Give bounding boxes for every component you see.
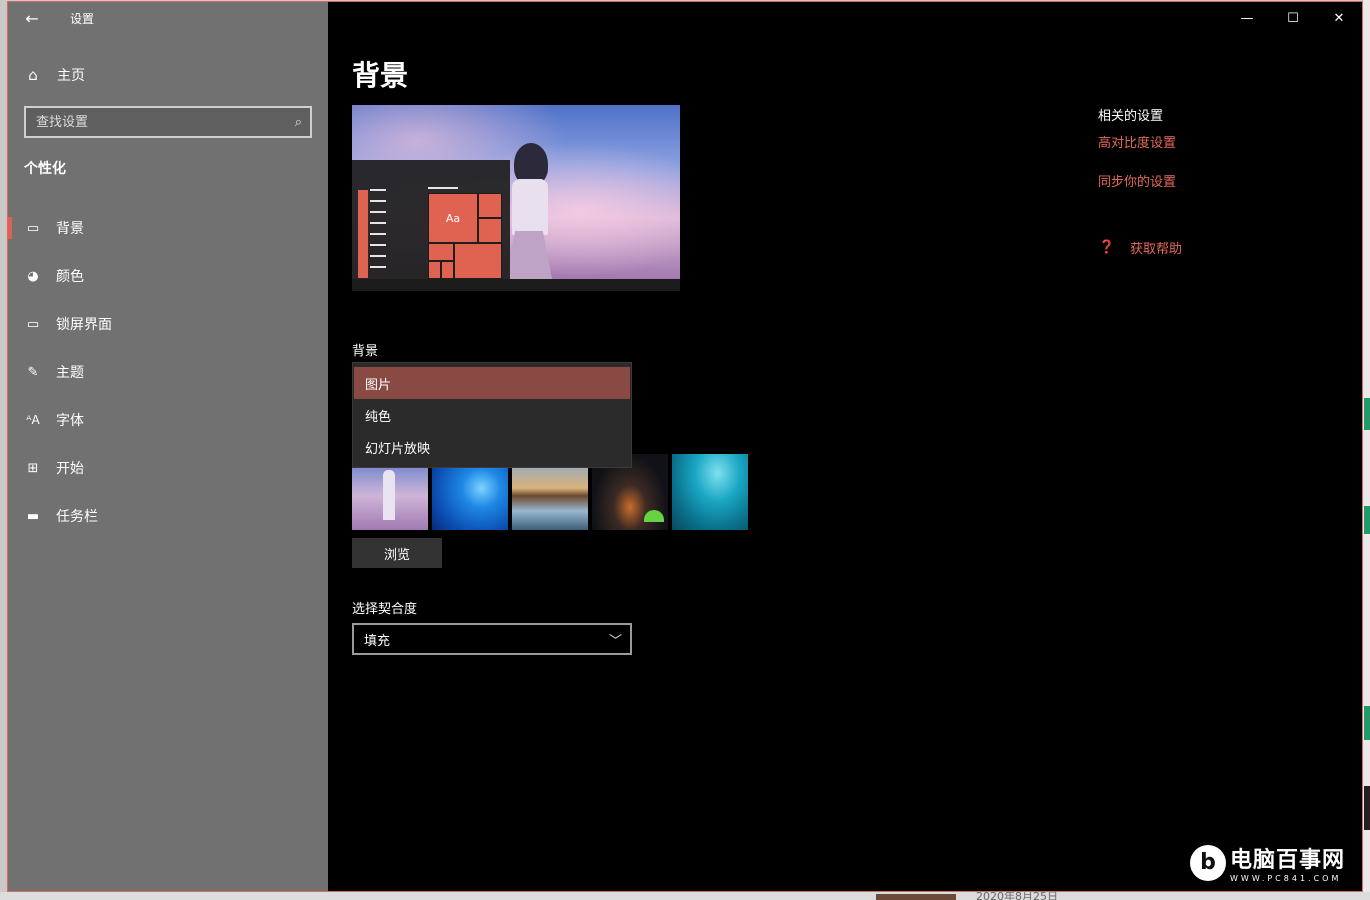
- home-nav-item[interactable]: ⌂ 主页: [24, 60, 85, 90]
- preview-start-line: [370, 233, 386, 235]
- fit-select-value: 填充: [364, 633, 391, 649]
- minimize-button[interactable]: —: [1224, 2, 1270, 34]
- sync-settings-link[interactable]: 同步你的设置: [1098, 171, 1176, 190]
- titlebar: ← 设置: [8, 2, 328, 34]
- desktop-background-right: [1363, 0, 1370, 900]
- background-type-dropdown-list: 图片 纯色 幻灯片放映: [352, 362, 632, 468]
- sidebar-item-label: 字体: [56, 413, 84, 429]
- sidebar-item-label: 任务栏: [56, 509, 98, 525]
- desktop-thumbnail: [876, 894, 956, 900]
- watermark-name: 电脑百事网: [1230, 848, 1346, 873]
- preview-start-line: [370, 255, 386, 257]
- lock-screen-icon: ▭: [26, 316, 40, 332]
- preview-tile: [428, 261, 441, 279]
- sidebar-item-colors[interactable]: ◕ 颜色: [8, 252, 328, 300]
- search-icon[interactable]: ⌕: [295, 115, 302, 130]
- preview-start-line: [370, 244, 386, 246]
- sidebar-nav: ▭ 背景 ◕ 颜色 ▭ 锁屏界面 ✎ 主题 ᴬA 字体 ⊞ 开始 ▬ 任务栏: [8, 204, 328, 540]
- watermark-url: WWW.PC841.COM: [1230, 874, 1342, 883]
- sidebar-item-lock-screen[interactable]: ▭ 锁屏界面: [8, 300, 328, 348]
- maximize-icon: ☐: [1287, 10, 1299, 26]
- get-help-link[interactable]: ❓ 获取帮助: [1098, 238, 1182, 257]
- dropdown-option-slideshow[interactable]: 幻灯片放映: [354, 431, 630, 463]
- get-help-label: 获取帮助: [1130, 242, 1183, 257]
- preview-start-line: [370, 266, 386, 268]
- sidebar-item-taskbar[interactable]: ▬ 任务栏: [8, 492, 328, 540]
- taskbar-icon: ▬: [26, 508, 40, 524]
- watermark-logo: b: [1190, 844, 1226, 881]
- preview-start-column: [358, 190, 368, 278]
- background-preview: Aa: [352, 105, 680, 291]
- home-label: 主页: [57, 68, 85, 84]
- close-button[interactable]: ✕: [1316, 2, 1362, 34]
- chevron-down-icon: ﹀: [608, 634, 622, 649]
- recent-picture-5[interactable]: [672, 454, 748, 530]
- fit-label: 选择契合度: [352, 602, 418, 617]
- section-title: 个性化: [24, 161, 66, 177]
- dropdown-option-picture[interactable]: 图片: [354, 367, 630, 399]
- preview-tile: [478, 218, 502, 243]
- sidebar-item-fonts[interactable]: ᴬA 字体: [8, 396, 328, 444]
- desktop-background-bottom: 2020年8月25日: [0, 892, 1370, 900]
- background-label: 背景: [352, 344, 379, 359]
- fit-select[interactable]: 填充 ﹀: [352, 623, 632, 655]
- minimize-icon: —: [1240, 10, 1254, 26]
- sidebar-item-label: 颜色: [56, 269, 84, 285]
- preview-tile: [428, 243, 454, 261]
- sidebar-item-label: 锁屏界面: [56, 317, 112, 333]
- preview-start-line: [370, 222, 386, 224]
- preview-start-line: [370, 211, 386, 213]
- home-icon: ⌂: [28, 66, 38, 84]
- high-contrast-link[interactable]: 高对比度设置: [1098, 132, 1176, 151]
- preview-start-line: [370, 200, 386, 202]
- caption-buttons: — ☐ ✕: [1224, 2, 1362, 34]
- preview-tile: [454, 243, 502, 279]
- preview-tile: [441, 261, 454, 279]
- sidebar-item-label: 开始: [56, 461, 84, 477]
- watermark: b 电脑百事网 WWW.PC841.COM: [1190, 842, 1345, 883]
- preview-taskbar: [352, 279, 680, 291]
- sidebar-item-themes[interactable]: ✎ 主题: [8, 348, 328, 396]
- browse-button[interactable]: 浏览: [352, 538, 442, 568]
- close-icon: ✕: [1333, 10, 1345, 26]
- preview-start-line: [370, 189, 386, 191]
- picture-icon: ▭: [26, 220, 40, 236]
- sidebar-item-start[interactable]: ⊞ 开始: [8, 444, 328, 492]
- help-chat-icon: ❓: [1098, 240, 1116, 255]
- back-button[interactable]: ←: [8, 2, 56, 34]
- watermark-text: 电脑百事网 WWW.PC841.COM: [1230, 842, 1345, 883]
- preview-start-header-line: [428, 187, 458, 189]
- preview-tile-aa: Aa: [428, 193, 478, 243]
- theme-icon: ✎: [27, 364, 39, 380]
- sidebar: ← 设置 ⌂ 主页 ⌕ 个性化 ▭ 背景 ◕ 颜色 ▭ 锁屏界面: [8, 2, 328, 891]
- settings-window: ← 设置 ⌂ 主页 ⌕ 个性化 ▭ 背景 ◕ 颜色 ▭ 锁屏界面: [7, 1, 1363, 892]
- maximize-button[interactable]: ☐: [1270, 2, 1316, 34]
- search-box: ⌕: [24, 106, 312, 138]
- search-input[interactable]: [36, 114, 295, 130]
- sidebar-item-background[interactable]: ▭ 背景: [8, 204, 328, 252]
- app-title: 设置: [70, 11, 95, 26]
- start-icon: ⊞: [27, 460, 39, 476]
- preview-tile: [478, 193, 502, 218]
- desktop-date-text: 2020年8月25日: [976, 892, 1058, 900]
- preview-start-menu: Aa: [352, 160, 510, 279]
- palette-icon: ◕: [27, 268, 39, 284]
- sidebar-item-label: 背景: [56, 221, 84, 237]
- dropdown-option-solid-color[interactable]: 纯色: [354, 399, 630, 431]
- related-settings-title: 相关的设置: [1098, 109, 1164, 124]
- font-icon: ᴬA: [26, 413, 40, 427]
- sidebar-item-label: 主题: [56, 365, 84, 381]
- page-title: 背景: [352, 59, 409, 92]
- preview-figure-body: [512, 179, 548, 235]
- back-arrow-icon: ←: [25, 8, 39, 28]
